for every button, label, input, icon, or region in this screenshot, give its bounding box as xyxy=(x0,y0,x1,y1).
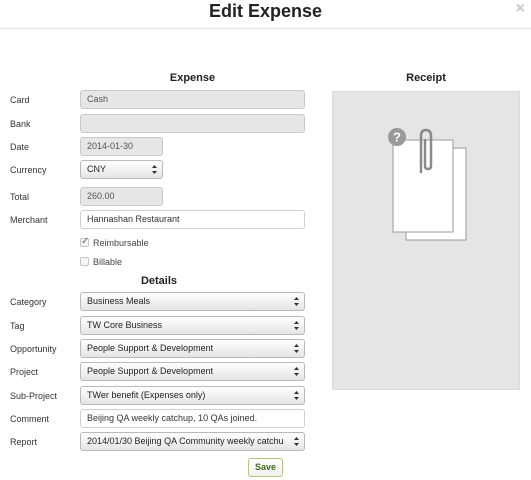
card-label: Card xyxy=(10,95,30,105)
close-icon[interactable]: × xyxy=(516,0,525,18)
reimbursable-checkbox[interactable]: ✓ Reimbursable xyxy=(80,236,149,249)
tag-label: Tag xyxy=(10,321,25,331)
report-label: Report xyxy=(10,437,38,447)
expense-heading: Expense xyxy=(169,72,216,84)
checkbox-box xyxy=(80,257,89,266)
bank-label: Bank xyxy=(10,119,31,129)
currency-select[interactable]: CNY xyxy=(80,160,163,179)
tag-select-value: TW Core Business xyxy=(87,320,163,330)
subproject-label: Sub-Project xyxy=(10,391,58,401)
billable-checkbox[interactable]: Billable xyxy=(80,256,122,268)
opportunity-select-value: People Support & Development xyxy=(87,343,214,353)
reimbursable-label: Reimbursable xyxy=(93,238,149,248)
report-select[interactable]: 2014/01/30 Beijing QA Community weekly c… xyxy=(80,432,305,451)
subproject-select-value: TWer benefit (Expenses only) xyxy=(87,390,206,400)
bank-field xyxy=(80,114,305,133)
svg-text:?: ? xyxy=(393,130,401,145)
tag-select[interactable]: TW Core Business xyxy=(80,316,305,335)
modal-title: Edit Expense xyxy=(208,1,323,21)
select-arrows-icon xyxy=(294,344,299,353)
report-select-value: 2014/01/30 Beijing QA Community weekly c… xyxy=(87,436,284,446)
receipt-heading: Receipt xyxy=(406,72,446,84)
select-arrows-icon xyxy=(294,391,299,400)
currency-select-value: CNY xyxy=(87,164,107,174)
total-label: Total xyxy=(10,192,30,202)
receipt-placeholder-icon: ? xyxy=(388,128,467,241)
project-select-value: People Support & Development xyxy=(87,366,214,376)
checkmark-icon: ✓ xyxy=(81,236,90,247)
save-button[interactable]: Save xyxy=(248,458,283,477)
category-label: Category xyxy=(10,297,47,307)
date-field: 2014-01-30 xyxy=(80,137,163,156)
merchant-label: Merchant xyxy=(10,215,48,225)
card-field: Cash xyxy=(80,90,305,109)
details-heading: Details xyxy=(140,275,178,287)
comment-input[interactable]: Beijing QA weekly catchup, 10 QAs joined… xyxy=(80,409,305,428)
currency-label: Currency xyxy=(10,165,47,175)
select-arrows-icon xyxy=(294,367,299,376)
select-arrows-icon xyxy=(294,297,299,306)
project-select[interactable]: People Support & Development xyxy=(80,362,305,381)
category-select[interactable]: Business Meals xyxy=(80,292,305,311)
select-arrows-icon xyxy=(294,321,299,330)
select-arrows-icon xyxy=(152,165,157,174)
opportunity-select[interactable]: People Support & Development xyxy=(80,339,305,358)
select-arrows-icon xyxy=(294,437,299,446)
total-field: 260.00 xyxy=(80,187,163,206)
date-label: Date xyxy=(10,142,30,152)
subproject-select[interactable]: TWer benefit (Expenses only) xyxy=(80,386,305,405)
receipt-area[interactable]: ? xyxy=(332,91,520,390)
checkbox-box: ✓ xyxy=(80,236,90,247)
billable-label: Billable xyxy=(93,257,123,267)
merchant-input[interactable]: Hannashan Restaurant xyxy=(80,210,305,229)
opportunity-label: Opportunity xyxy=(10,344,57,354)
project-label: Project xyxy=(10,367,39,377)
modal-header: Edit Expense × xyxy=(0,0,531,29)
comment-label: Comment xyxy=(10,414,50,424)
category-select-value: Business Meals xyxy=(87,296,151,306)
